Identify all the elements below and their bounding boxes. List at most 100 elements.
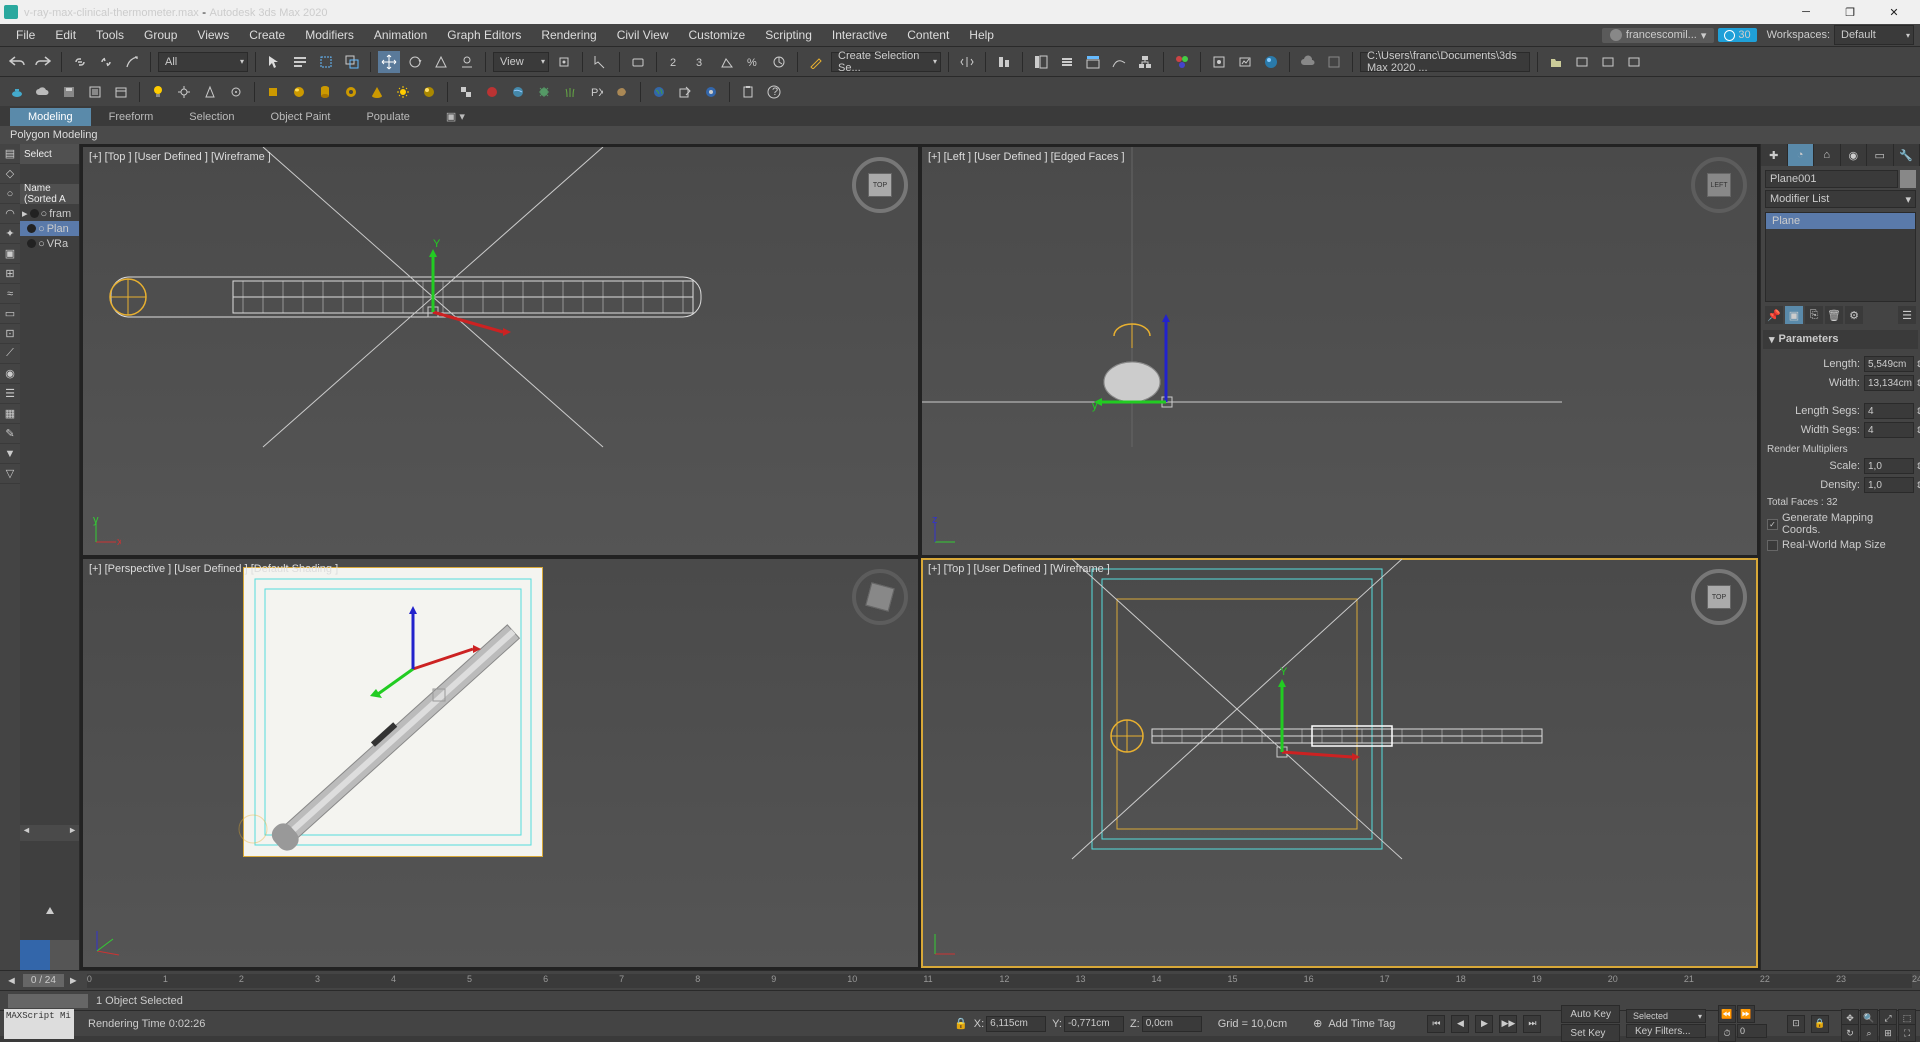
set-key-button[interactable]: Set Key xyxy=(1561,1024,1620,1042)
filter-groups-button[interactable]: ▭ xyxy=(0,304,20,324)
ribbon-tab-populate[interactable]: Populate xyxy=(348,108,427,126)
zoom-all-button[interactable]: ⊞ xyxy=(1879,1024,1897,1042)
minimize-button[interactable]: ─ xyxy=(1784,0,1828,24)
y-coord-input[interactable] xyxy=(1064,1016,1124,1032)
toggle-scene-explorer-button[interactable] xyxy=(1030,51,1052,73)
use-pivot-center-button[interactable] xyxy=(553,51,575,73)
proxy-icon[interactable]: PX xyxy=(585,81,607,103)
viewport-label[interactable]: [+] [Top ] [User Defined ] [Wireframe ] xyxy=(928,563,1110,575)
named-selection-dropdown[interactable]: Create Selection Se... xyxy=(831,52,941,72)
render-setup-button[interactable] xyxy=(1208,51,1230,73)
menu-civil-view[interactable]: Civil View xyxy=(607,24,679,46)
hierarchy-tab[interactable]: ⌂ xyxy=(1814,144,1841,166)
generate-mapping-checkbox[interactable]: ✓Generate Mapping Coords. xyxy=(1767,512,1914,536)
link-button[interactable] xyxy=(69,51,91,73)
ribbon-panel-label[interactable]: Polygon Modeling xyxy=(0,126,1920,144)
maxscript-listener[interactable]: MAXScript Mi xyxy=(4,1009,74,1039)
align-button[interactable] xyxy=(993,51,1015,73)
filter-misc6-button[interactable]: ▽ xyxy=(0,464,20,484)
light-spot-icon[interactable] xyxy=(199,81,221,103)
filter-helpers-button[interactable]: ⊞ xyxy=(0,264,20,284)
orbit-button[interactable]: ↻ xyxy=(1841,1024,1859,1042)
z-coord-input[interactable] xyxy=(1142,1016,1202,1032)
grass-icon[interactable] xyxy=(559,81,581,103)
snap-2d-button[interactable]: 2 xyxy=(664,51,686,73)
menu-edit[interactable]: Edit xyxy=(45,24,86,46)
checker-icon[interactable] xyxy=(455,81,477,103)
visibility-icon[interactable] xyxy=(27,224,36,233)
list-icon[interactable] xyxy=(84,81,106,103)
next-key-button[interactable]: ⏩ xyxy=(1737,1005,1755,1023)
scene-item-1[interactable]: ○Plan xyxy=(20,221,79,236)
quick-access-2-button[interactable] xyxy=(1597,51,1619,73)
rendered-frame-window-button[interactable] xyxy=(1234,51,1256,73)
bind-button[interactable] xyxy=(121,51,143,73)
workspace-dropdown[interactable]: Default xyxy=(1834,25,1914,45)
width-spinner[interactable]: 13,134cm xyxy=(1864,375,1914,391)
create-selection-set-button[interactable]: ◇ xyxy=(0,164,20,184)
remove-modifier-button[interactable]: 🗑 xyxy=(1825,306,1843,324)
selection-region-rect-button[interactable] xyxy=(315,51,337,73)
redo-button[interactable] xyxy=(32,51,54,73)
select-object-button[interactable] xyxy=(263,51,285,73)
filter-misc2-button[interactable]: ☰ xyxy=(0,384,20,404)
menu-group[interactable]: Group xyxy=(134,24,187,46)
light-target-icon[interactable] xyxy=(173,81,195,103)
select-by-name-button[interactable] xyxy=(289,51,311,73)
percent-snap-button[interactable]: % xyxy=(742,51,764,73)
red-sphere-icon[interactable] xyxy=(481,81,503,103)
teapot-icon[interactable] xyxy=(6,81,28,103)
select-and-move-button[interactable] xyxy=(378,51,400,73)
angle-snap-button[interactable] xyxy=(716,51,738,73)
light-bulb-icon[interactable] xyxy=(147,81,169,103)
help-icon[interactable]: ? xyxy=(763,81,785,103)
selection-filter-dropdown[interactable]: All xyxy=(158,52,248,72)
filter-misc3-button[interactable]: ▦ xyxy=(0,404,20,424)
reference-coord-dropdown[interactable]: View xyxy=(493,52,549,72)
schematic-view-button[interactable] xyxy=(1134,51,1156,73)
subscription-badge[interactable]: 30 xyxy=(1718,28,1756,42)
filter-shapes-button[interactable]: ◠ xyxy=(0,204,20,224)
add-time-tag-button[interactable]: Add Time Tag xyxy=(1328,1018,1395,1030)
box-prim-icon[interactable] xyxy=(262,81,284,103)
density-spinner[interactable]: 1,0 xyxy=(1864,477,1914,493)
length-segs-spinner[interactable]: 4 xyxy=(1864,403,1914,419)
filter-misc5-button[interactable]: ▼ xyxy=(0,444,20,464)
viewport-top-left[interactable]: [+] [Top ] [User Defined ] [Wireframe ] … xyxy=(82,146,919,556)
filter-xrefs-button[interactable]: ⊡ xyxy=(0,324,20,344)
goto-start-button[interactable]: ⏮ xyxy=(1427,1015,1445,1033)
mesh-blob-icon[interactable] xyxy=(611,81,633,103)
viewport-label[interactable]: [+] [Top ] [User Defined ] [Wireframe ] xyxy=(89,151,271,163)
viewport-bottom-right[interactable]: [+] [Top ] [User Defined ] [Wireframe ] … xyxy=(921,558,1758,968)
toggle-ribbon-button[interactable] xyxy=(1082,51,1104,73)
x-coord-input[interactable] xyxy=(986,1016,1046,1032)
parameters-rollout-header[interactable]: ▾Parameters xyxy=(1763,330,1918,349)
menu-help[interactable]: Help xyxy=(959,24,1004,46)
configure-sets-button[interactable]: ⚙ xyxy=(1845,306,1863,324)
unlink-button[interactable] xyxy=(95,51,117,73)
display-tab[interactable]: ▭ xyxy=(1867,144,1894,166)
spinner-snap-button[interactable] xyxy=(768,51,790,73)
prev-key-button[interactable]: ⏪ xyxy=(1718,1005,1736,1023)
filter-misc1-button[interactable]: ◉ xyxy=(0,364,20,384)
maximize-button[interactable]: ❐ xyxy=(1828,0,1872,24)
menu-interactive[interactable]: Interactive xyxy=(822,24,897,46)
viewport-bottom-left[interactable]: [+] [Perspective ] [User Defined ] [Defa… xyxy=(82,558,919,968)
object-color-swatch[interactable] xyxy=(1900,170,1916,188)
menu-modifiers[interactable]: Modifiers xyxy=(295,24,364,46)
time-tag-icon[interactable]: ⊕ xyxy=(1313,1017,1322,1030)
pin-stack-button[interactable]: 📌 xyxy=(1765,306,1783,324)
set-project-folder-button[interactable] xyxy=(1545,51,1567,73)
keyboard-shortcut-override-button[interactable] xyxy=(627,51,649,73)
motion-tab[interactable]: ◉ xyxy=(1841,144,1868,166)
width-segs-spinner[interactable]: 4 xyxy=(1864,422,1914,438)
modifier-sets-button[interactable]: ☰ xyxy=(1898,306,1916,324)
scene-item-0[interactable]: ▸○fram xyxy=(20,206,79,221)
fur-icon[interactable] xyxy=(533,81,555,103)
goto-end-button[interactable]: ⏭ xyxy=(1523,1015,1541,1033)
prev-frame-button[interactable]: ◀ xyxy=(1451,1015,1469,1033)
show-end-result-button[interactable]: ▣ xyxy=(1785,306,1803,324)
menu-create[interactable]: Create xyxy=(239,24,295,46)
earth-icon[interactable] xyxy=(648,81,670,103)
time-config-button[interactable]: ⏱ xyxy=(1718,1024,1736,1042)
